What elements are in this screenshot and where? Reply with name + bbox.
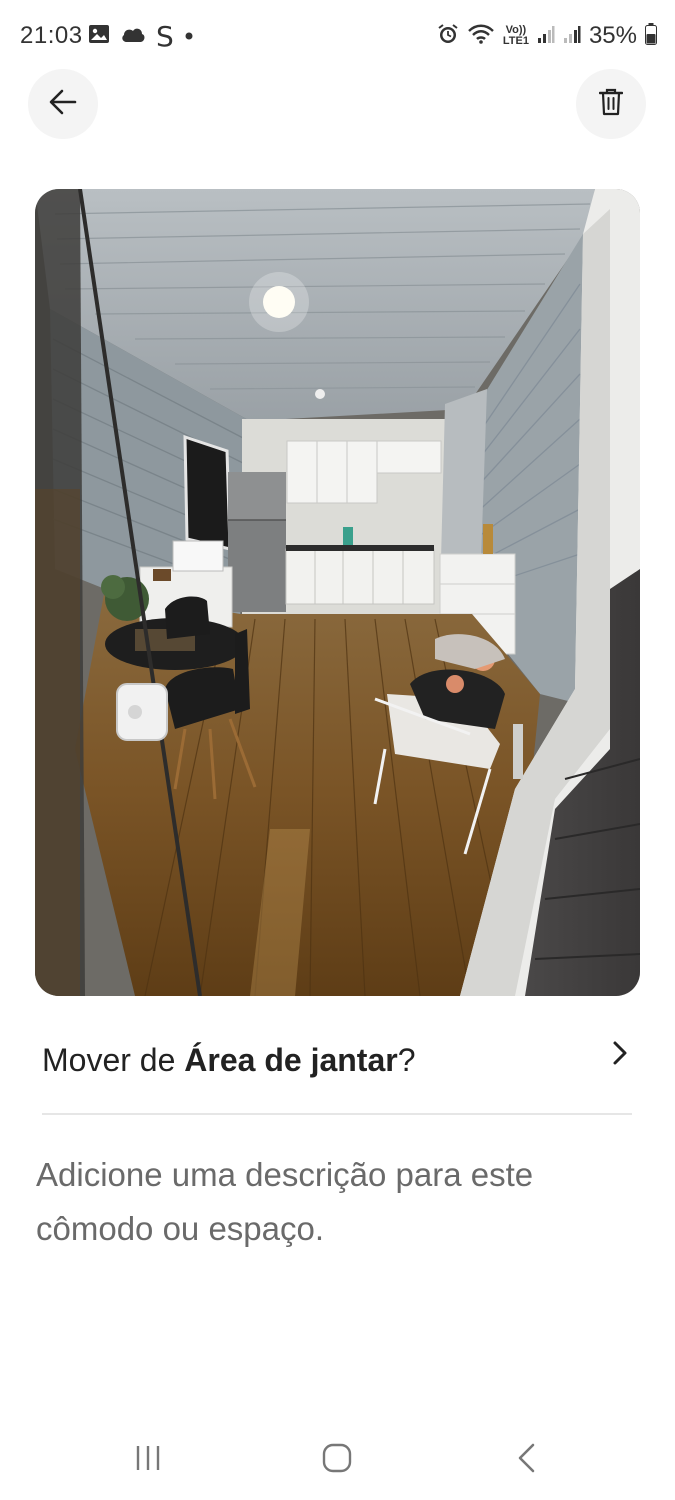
move-suffix: ? — [397, 1042, 416, 1078]
status-right-icons: Vo)) LTE1 35% — [437, 22, 657, 50]
nav-back-icon — [515, 1442, 537, 1479]
room-name: Área de jantar — [184, 1042, 398, 1078]
alarm-icon — [437, 23, 459, 50]
cloud-icon — [120, 25, 146, 48]
signal-icon-2 — [563, 24, 581, 49]
battery-icon — [645, 22, 657, 50]
battery-percent: 35% — [588, 22, 637, 49]
volte-indicator: Vo)) LTE1 — [502, 24, 529, 47]
chevron-right-icon — [612, 1040, 628, 1071]
dot-icon — [184, 28, 194, 46]
back-button[interactable] — [28, 69, 98, 139]
trash-icon — [598, 88, 624, 121]
s-app-icon: S — [156, 19, 174, 53]
recents-icon — [133, 1443, 163, 1478]
arrow-left-icon — [49, 89, 77, 120]
status-time: 21:03 — [20, 22, 83, 49]
room-photo[interactable] — [35, 189, 640, 996]
status-bar: 21:03 S Vo)) LTE1 35% — [0, 0, 675, 76]
system-nav-bar — [0, 1410, 675, 1500]
home-button[interactable] — [307, 1440, 367, 1480]
delete-photo-button[interactable] — [576, 69, 646, 139]
move-prefix: Mover de — [42, 1042, 185, 1078]
divider — [42, 1113, 632, 1115]
signal-icon-1 — [537, 24, 555, 49]
description-field[interactable]: Adicione uma descrição para este cômodo … — [36, 1148, 636, 1256]
home-icon — [322, 1443, 352, 1478]
nav-back-button[interactable] — [496, 1440, 556, 1480]
move-room-text: Mover de Área de jantar? — [42, 1042, 416, 1079]
status-left-icons: S — [88, 19, 194, 53]
wifi-icon — [467, 23, 495, 50]
recents-button[interactable] — [118, 1440, 178, 1480]
move-room-row[interactable]: Mover de Área de jantar? — [42, 1030, 632, 1092]
gallery-icon — [88, 24, 110, 49]
